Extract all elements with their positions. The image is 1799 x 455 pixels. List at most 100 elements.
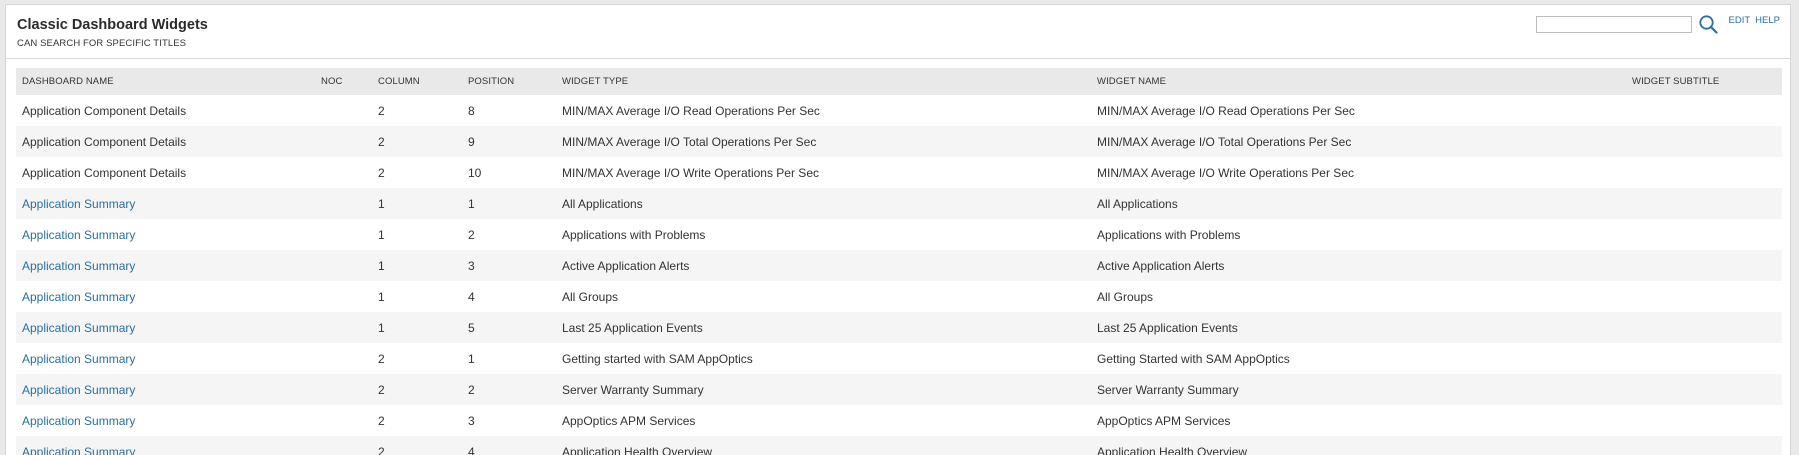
cell-widget-type: Last 25 Application Events <box>556 312 1091 343</box>
cell-widget-name: All Groups <box>1097 289 1154 304</box>
widgets-table-container: DASHBOARD NAME NOC COLUMN POSITION WIDGE… <box>16 68 1782 455</box>
cell-position: 5 <box>462 312 556 343</box>
cell-column: 2 <box>372 436 462 455</box>
cell-noc <box>315 436 372 455</box>
edit-link[interactable]: EDIT <box>1729 15 1751 26</box>
table-header-row: DASHBOARD NAME NOC COLUMN POSITION WIDGE… <box>16 68 1782 95</box>
cell-widget-name: AppOptics APM Services <box>1097 413 1231 428</box>
cell-noc <box>315 374 372 405</box>
table-row: Application Summary 1 4 All Groups All Group… <box>16 281 1782 312</box>
cell-noc <box>315 343 372 374</box>
cell-dashboard-name: Application Summary <box>16 374 315 405</box>
help-link[interactable]: HELP <box>1755 15 1780 26</box>
cell-widget-type: Application Health Overview <box>556 436 1091 455</box>
widgets-table: DASHBOARD NAME NOC COLUMN POSITION WIDGE… <box>16 68 1782 455</box>
cell-position: 8 <box>468 103 475 118</box>
column-header-noc[interactable]: NOC <box>315 68 372 95</box>
cell-dashboard-name: Application Summary <box>16 281 315 312</box>
table-row: Application Summary 2 1 Getting started wit… <box>16 343 1782 374</box>
dashboard-name-text: Application Component Details <box>22 134 187 149</box>
cell-widget-name: Applications with Problems <box>1097 227 1241 242</box>
cell-position: 2 <box>468 227 475 242</box>
cell-widget-type: MIN/MAX Average I/O Read Operations Per … <box>562 103 820 118</box>
cell-dashboard-name: Application Summary <box>16 405 315 436</box>
cell-position: 4 <box>462 436 556 455</box>
cell-widget-subtitle <box>1626 312 1782 343</box>
header-tools: EDIT HELP <box>1535 13 1780 35</box>
cell-widget-name: MIN/MAX Average I/O Read Operations Per … <box>1097 103 1355 118</box>
cell-noc <box>315 126 372 157</box>
table-row: Application Component Details 2 10 MIN/MAX … <box>16 157 1782 188</box>
cell-column: 2 <box>378 413 385 428</box>
page-title: Classic Dashboard Widgets <box>17 17 208 33</box>
cell-noc <box>315 250 372 281</box>
column-header-position[interactable]: POSITION <box>462 68 556 95</box>
cell-noc <box>315 312 372 343</box>
dashboard-name-text: Application Component Details <box>22 103 187 118</box>
cell-column: 2 <box>378 165 385 180</box>
cell-widget-name: Active Application Alerts <box>1091 250 1626 281</box>
table-row: Application Summary 1 3 Active Application … <box>16 250 1782 281</box>
cell-noc <box>315 281 372 312</box>
cell-dashboard-name: Application Summary <box>16 250 315 281</box>
cell-widget-subtitle <box>1626 95 1782 126</box>
column-header-widget-name[interactable]: WIDGET NAME <box>1091 68 1626 95</box>
search-input[interactable] <box>1535 15 1692 33</box>
dashboard-link[interactable]: Application Summary <box>22 290 135 304</box>
cell-position: 10 <box>468 165 482 180</box>
search-icon[interactable] <box>1698 14 1718 34</box>
cell-widget-name: Application Health Overview <box>1091 436 1626 455</box>
table-row: Application Summary 1 2 Applications with P… <box>16 219 1782 250</box>
cell-widget-type: Applications with Problems <box>562 227 706 242</box>
cell-position: 2 <box>462 374 556 405</box>
column-header-widget-subtitle[interactable]: WIDGET SUBTITLE <box>1626 68 1782 95</box>
cell-dashboard-name: Application Component Details <box>16 95 315 126</box>
cell-dashboard-name: Application Component Details <box>16 126 315 157</box>
widgets-panel: Classic Dashboard Widgets CAN SEARCH FOR… <box>5 4 1791 455</box>
cell-widget-name: MIN/MAX Average I/O Write Operations Per… <box>1097 165 1354 180</box>
panel-header: Classic Dashboard Widgets CAN SEARCH FOR… <box>6 5 1790 59</box>
cell-widget-type: MIN/MAX Average I/O Total Operations Per… <box>556 126 1091 157</box>
cell-column: 2 <box>378 351 385 366</box>
table-row: Application Summary 2 4 Application Health … <box>16 436 1782 455</box>
cell-dashboard-name: Application Summary <box>16 312 315 343</box>
cell-column: 2 <box>372 126 462 157</box>
dashboard-link[interactable]: Application Summary <box>22 414 135 428</box>
cell-dashboard-name: Application Component Details <box>16 157 315 188</box>
cell-widget-subtitle <box>1626 250 1782 281</box>
table-row: Application Summary 2 3 AppOptics APM Servi… <box>16 405 1782 436</box>
cell-noc <box>315 188 372 219</box>
cell-widget-type: Active Application Alerts <box>556 250 1091 281</box>
cell-dashboard-name: Application Summary <box>16 436 315 455</box>
cell-column: 1 <box>378 227 385 242</box>
cell-position: 9 <box>462 126 556 157</box>
cell-noc <box>315 405 372 436</box>
cell-widget-subtitle <box>1626 374 1782 405</box>
dashboard-link[interactable]: Application Summary <box>22 352 135 366</box>
cell-noc <box>315 219 372 250</box>
cell-column: 1 <box>372 250 462 281</box>
cell-widget-subtitle <box>1626 281 1782 312</box>
column-header-column[interactable]: COLUMN <box>372 68 462 95</box>
cell-position: 3 <box>468 413 475 428</box>
column-header-dashboard-name[interactable]: DASHBOARD NAME <box>16 68 315 95</box>
cell-column: 2 <box>378 103 385 118</box>
dashboard-link[interactable]: Application Summary <box>22 197 135 211</box>
page-subtitle: CAN SEARCH FOR SPECIFIC TITLES <box>17 38 187 49</box>
cell-widget-subtitle <box>1626 219 1782 250</box>
table-row: Application Component Details 2 8 MIN/MAX A… <box>16 95 1782 126</box>
cell-widget-name: Server Warranty Summary <box>1091 374 1626 405</box>
dashboard-link[interactable]: Application Summary <box>22 259 135 273</box>
cell-widget-subtitle <box>1626 436 1782 455</box>
dashboard-link[interactable]: Application Summary <box>22 228 135 242</box>
dashboard-link[interactable]: Application Summary <box>22 383 135 397</box>
cell-widget-subtitle <box>1626 343 1782 374</box>
cell-widget-subtitle <box>1626 405 1782 436</box>
table-row: Application Component Details 2 9 MIN/MAX A… <box>16 126 1782 157</box>
column-header-widget-type[interactable]: WIDGET TYPE <box>556 68 1091 95</box>
cell-widget-name: MIN/MAX Average I/O Total Operations Per… <box>1091 126 1626 157</box>
cell-widget-type: Server Warranty Summary <box>556 374 1091 405</box>
cell-column: 2 <box>372 374 462 405</box>
dashboard-link[interactable]: Application Summary <box>22 321 135 335</box>
dashboard-link[interactable]: Application Summary <box>22 445 135 455</box>
